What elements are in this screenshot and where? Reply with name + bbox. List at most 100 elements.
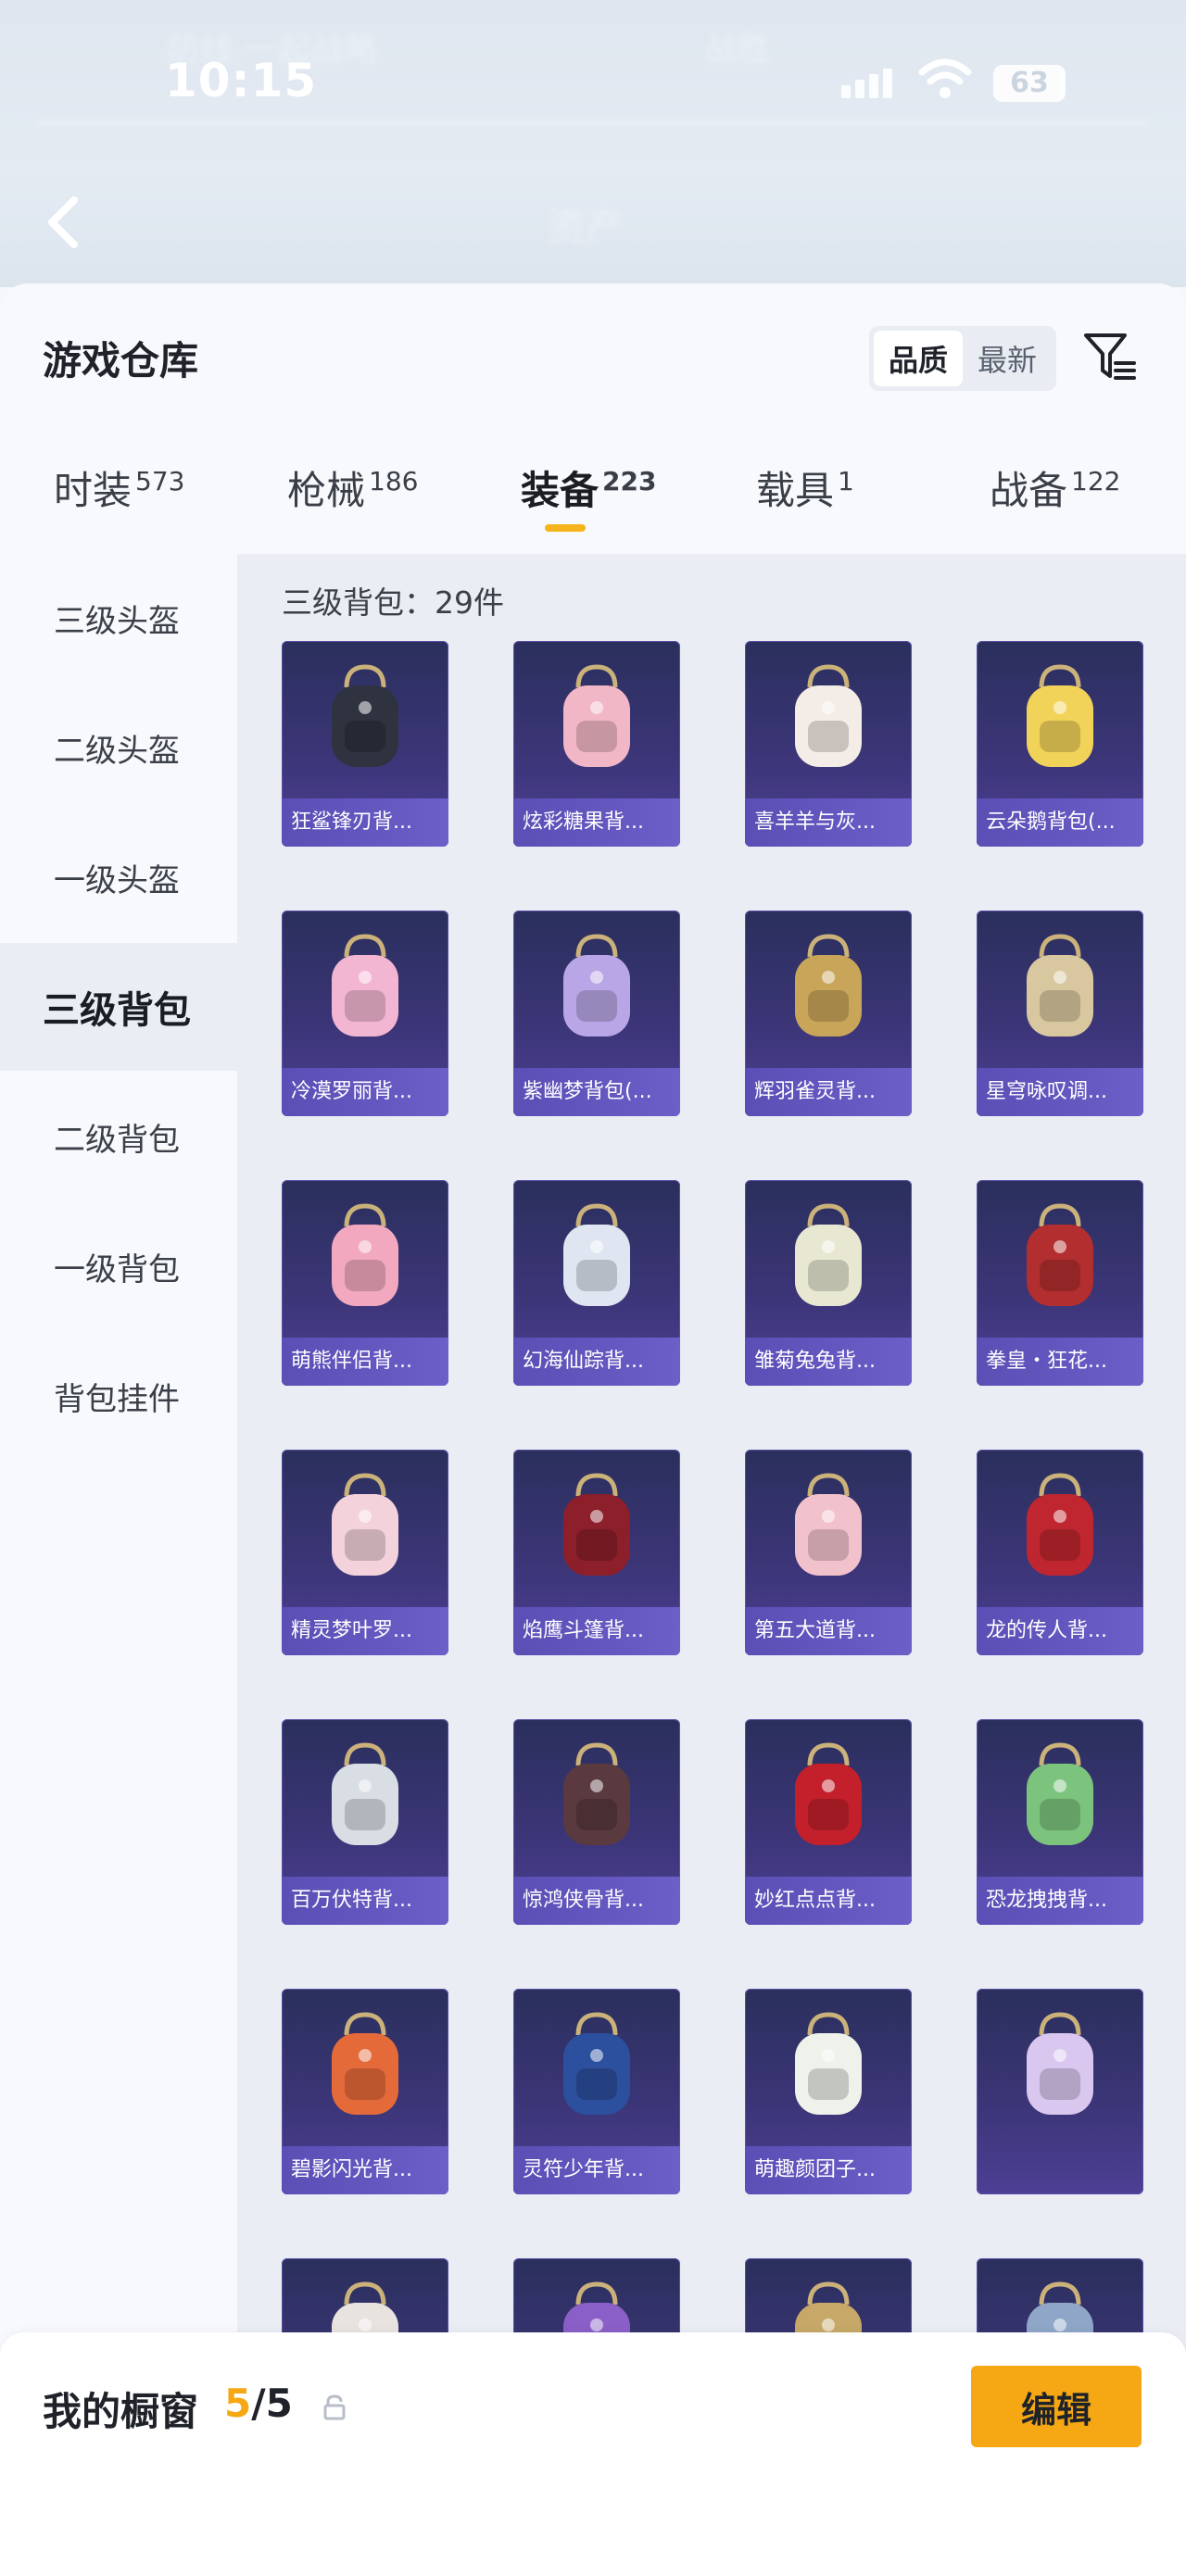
backpack-image xyxy=(282,1450,448,1607)
tab-label: 枪械 xyxy=(287,468,366,513)
item-name: 龙的传人背... xyxy=(977,1607,1143,1655)
backpack-image xyxy=(282,1180,448,1338)
tab-label: 装备 xyxy=(521,468,599,513)
tab-equipment[interactable]: 装备 223 xyxy=(521,459,656,561)
tab-firearms[interactable]: 枪械 186 xyxy=(287,459,418,561)
item-name: 焰鹰斗篷背... xyxy=(513,1607,680,1655)
sidebar-item-helmet-lv1[interactable]: 一级头盔 xyxy=(0,813,237,941)
item-name: 灵符少年背... xyxy=(513,2146,680,2194)
backpack-image xyxy=(745,1450,912,1607)
sidebar-item-backpack-lv3[interactable]: 三级背包 xyxy=(0,943,237,1071)
backpack-image xyxy=(745,1719,912,1877)
item-card[interactable]: 拳皇・狂花... xyxy=(977,1180,1143,1386)
sidebar-item-helmet-lv3[interactable]: 三级头盔 xyxy=(0,554,237,682)
sidebar-item-backpack-lv1[interactable]: 一级背包 xyxy=(0,1202,237,1330)
item-grid: 三级背包：29件 狂鲨锋刃背... 炫彩糖果背... 喜羊羊与灰... 云朵鹅背包(.… xyxy=(237,554,1186,2576)
sidebar-item-backpack-lv2[interactable]: 二级背包 xyxy=(0,1073,237,1200)
item-card[interactable]: 妙红点点背... xyxy=(745,1719,912,1925)
backpack-image xyxy=(745,1180,912,1338)
item-name: 拳皇・狂花... xyxy=(977,1338,1143,1386)
status-bar: 防线 一起战略 战胜 资产 10:15 63 xyxy=(0,0,1186,287)
item-card[interactable]: 雏菊兔兔背... xyxy=(745,1180,912,1386)
item-name: 恐龙拽拽背... xyxy=(977,1877,1143,1925)
battery-indicator: 63 xyxy=(993,65,1066,102)
item-card[interactable]: 恐龙拽拽背... xyxy=(977,1719,1143,1925)
item-card[interactable]: 萌趣颜团子... xyxy=(745,1989,912,2194)
item-name: 辉羽雀灵背... xyxy=(745,1068,912,1116)
item-name: 冷漠罗丽背... xyxy=(282,1068,448,1116)
sort-toggle[interactable]: 品质 最新 xyxy=(869,326,1056,391)
item-card[interactable] xyxy=(977,1989,1143,2194)
blurred-title: 资产 xyxy=(547,205,625,250)
item-card[interactable]: 第五大道背... xyxy=(745,1450,912,1655)
item-name: 惊鸿侠骨背... xyxy=(513,1877,680,1925)
backpack-image xyxy=(977,911,1143,1068)
item-card[interactable]: 百万伏特背... xyxy=(282,1719,448,1925)
tab-fashion[interactable]: 时装 573 xyxy=(54,459,184,561)
item-card[interactable]: 龙的传人背... xyxy=(977,1450,1143,1655)
item-card[interactable]: 炫彩糖果背... xyxy=(513,641,680,847)
item-card[interactable]: 萌熊伴侣背... xyxy=(282,1180,448,1386)
item-name: 百万伏特背... xyxy=(282,1877,448,1925)
clock: 10:15 xyxy=(165,54,318,107)
showcase-count-separator: / xyxy=(251,2381,266,2426)
item-card[interactable]: 云朵鹅背包(... xyxy=(977,641,1143,847)
wifi-icon xyxy=(918,58,972,98)
tab-count: 223 xyxy=(602,466,657,496)
item-name: 精灵梦叶罗... xyxy=(282,1607,448,1655)
item-card[interactable]: 灵符少年背... xyxy=(513,1989,680,2194)
signal-icon xyxy=(841,69,897,98)
backpack-image xyxy=(977,1989,1143,2146)
backpack-image xyxy=(513,641,680,798)
backpack-image xyxy=(513,1989,680,2146)
item-name: 炫彩糖果背... xyxy=(513,798,680,847)
filter-icon[interactable] xyxy=(1082,330,1138,385)
tab-combat-gear[interactable]: 战备 122 xyxy=(990,459,1120,561)
edit-button[interactable]: 编辑 xyxy=(971,2366,1142,2447)
backpack-image xyxy=(977,1450,1143,1607)
tab-count: 573 xyxy=(135,466,185,496)
sidebar-item-backpack-charm[interactable]: 背包挂件 xyxy=(0,1332,237,1460)
item-name: 萌熊伴侣背... xyxy=(282,1338,448,1386)
backpack-image xyxy=(513,1450,680,1607)
item-name: 第五大道背... xyxy=(745,1607,912,1655)
item-card[interactable]: 惊鸿侠骨背... xyxy=(513,1719,680,1925)
backpack-image xyxy=(282,1719,448,1877)
item-card[interactable]: 精灵梦叶罗... xyxy=(282,1450,448,1655)
category-tabs: 时装 573 枪械 186 装备 223 载具 1 战备 122 xyxy=(0,459,1186,561)
tab-label: 载具 xyxy=(756,468,835,513)
tab-vehicles[interactable]: 载具 1 xyxy=(756,459,854,561)
item-card[interactable]: 冷漠罗丽背... xyxy=(282,911,448,1116)
sort-option-quality[interactable]: 品质 xyxy=(874,331,963,386)
backpack-image xyxy=(745,911,912,1068)
warehouse-panel: 游戏仓库 品质 最新 时装 573 枪械 186 装备 223 载具 1 战备 122 xyxy=(0,283,1186,2576)
showcase-count-current: 5 xyxy=(224,2381,252,2426)
tab-count: 122 xyxy=(1071,466,1121,496)
item-card[interactable]: 辉羽雀灵背... xyxy=(745,911,912,1116)
tab-label: 时装 xyxy=(54,468,132,513)
item-card[interactable]: 狂鲨锋刃背... xyxy=(282,641,448,847)
item-card[interactable]: 喜羊羊与灰... xyxy=(745,641,912,847)
back-arrow-icon[interactable] xyxy=(41,195,87,250)
backpack-image xyxy=(745,1989,912,2146)
backpack-image xyxy=(977,1719,1143,1877)
item-card[interactable]: 碧影闪光背... xyxy=(282,1989,448,2194)
backpack-image xyxy=(977,641,1143,798)
showcase-count-total: 5 xyxy=(265,2381,293,2426)
item-name: 星穹咏叹调... xyxy=(977,1068,1143,1116)
tab-count: 1 xyxy=(838,466,854,496)
item-name: 云朵鹅背包(... xyxy=(977,798,1143,847)
item-card[interactable]: 焰鹰斗篷背... xyxy=(513,1450,680,1655)
page-title: 游戏仓库 xyxy=(43,338,199,383)
item-name: 碧影闪光背... xyxy=(282,2146,448,2194)
backpack-image xyxy=(282,1989,448,2146)
tab-label: 战备 xyxy=(990,468,1068,513)
sidebar-item-helmet-lv2[interactable]: 二级头盔 xyxy=(0,684,237,811)
item-card[interactable]: 幻海仙踪背... xyxy=(513,1180,680,1386)
item-card[interactable]: 紫幽梦背包(... xyxy=(513,911,680,1116)
showcase-label: 我的橱窗 xyxy=(43,2389,199,2434)
sort-option-latest[interactable]: 最新 xyxy=(963,331,1052,386)
item-card[interactable]: 星穹咏叹调... xyxy=(977,911,1143,1116)
backpack-image xyxy=(282,911,448,1068)
item-count: 三级背包：29件 xyxy=(282,584,504,621)
